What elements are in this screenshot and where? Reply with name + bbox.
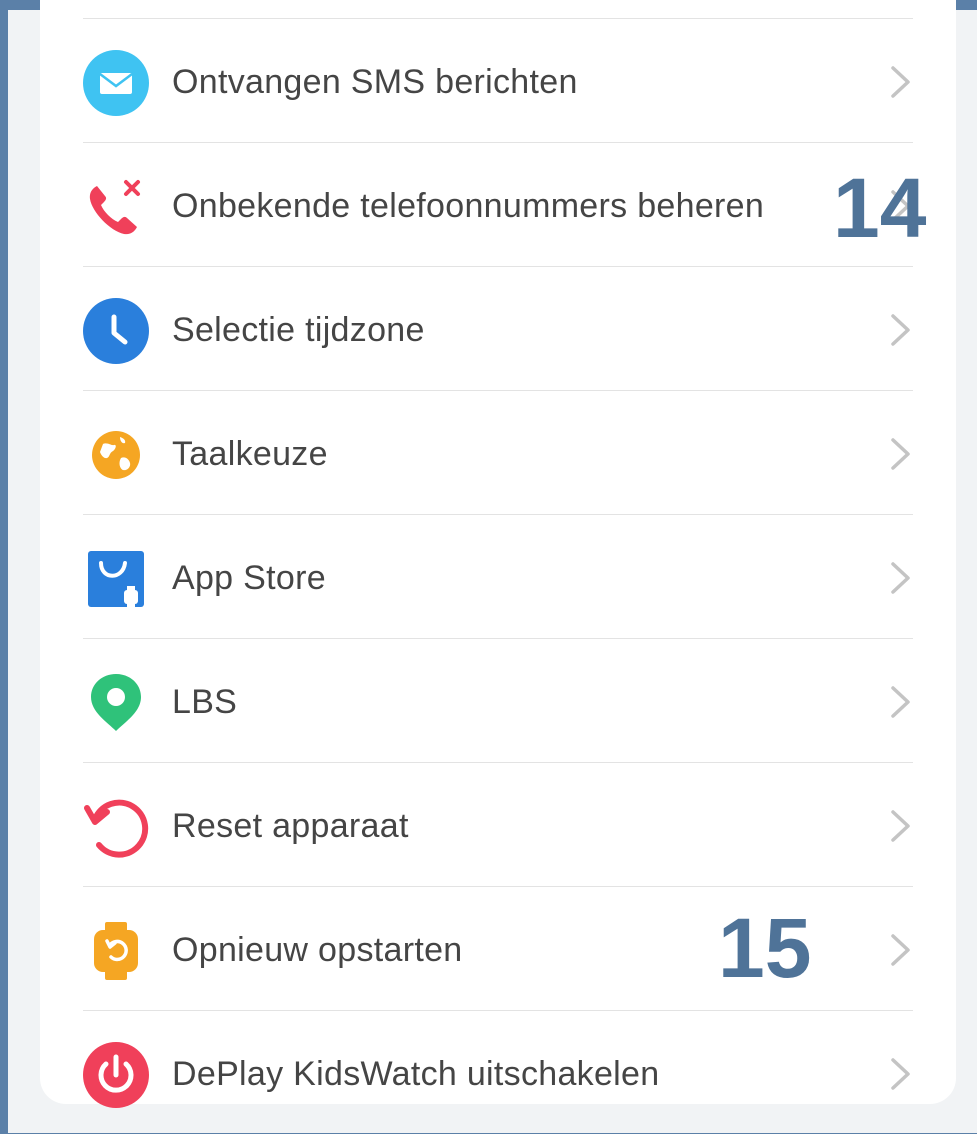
settings-item-label: Selectie tijdzone: [172, 311, 425, 349]
shopping-bag-icon: [83, 546, 149, 612]
settings-item-label: DePlay KidsWatch uitschakelen: [172, 1055, 660, 1093]
screenshot-frame: Ontvangen SMS berichten Onbekende telefo…: [0, 0, 977, 1133]
settings-item-reset[interactable]: Reset apparaat: [83, 762, 913, 886]
chevron-right-icon: [889, 1057, 913, 1091]
chevron-right-icon: [889, 65, 913, 99]
settings-item-language[interactable]: Taalkeuze: [83, 390, 913, 514]
chevron-right-icon: [889, 933, 913, 967]
power-icon: [83, 1042, 149, 1108]
settings-item-lbs[interactable]: LBS: [83, 638, 913, 762]
settings-item-label: App Store: [172, 559, 326, 597]
chevron-right-icon: [889, 685, 913, 719]
settings-item-label: LBS: [172, 683, 238, 721]
location-pin-icon: [83, 670, 149, 736]
settings-item-label: Reset apparaat: [172, 807, 409, 845]
settings-item-label: Ontvangen SMS berichten: [172, 63, 578, 101]
annotation-marker-14: 14: [833, 161, 927, 255]
chevron-right-icon: [889, 809, 913, 843]
settings-item-label: Taalkeuze: [172, 435, 328, 473]
chevron-right-icon: [889, 437, 913, 471]
settings-item-label: Opnieuw opstarten: [172, 931, 463, 969]
watch-restart-icon: [83, 918, 149, 984]
chevron-right-icon: [889, 561, 913, 595]
annotation-marker-15: 15: [718, 901, 812, 995]
settings-item-unknown-numbers[interactable]: Onbekende telefoonnummers beheren: [83, 142, 913, 266]
chevron-right-icon: [889, 313, 913, 347]
globe-icon: [83, 422, 149, 488]
envelope-icon: [83, 50, 149, 116]
settings-item-label: Onbekende telefoonnummers beheren: [172, 187, 765, 225]
settings-item-timezone[interactable]: Selectie tijdzone: [83, 266, 913, 390]
settings-item-app-store[interactable]: App Store: [83, 514, 913, 638]
reset-icon: [83, 794, 149, 860]
settings-item-shutdown[interactable]: DePlay KidsWatch uitschakelen: [83, 1010, 913, 1134]
clock-icon: [83, 298, 149, 364]
settings-item-sms[interactable]: Ontvangen SMS berichten: [83, 18, 913, 142]
blocked-call-icon: [83, 174, 149, 240]
